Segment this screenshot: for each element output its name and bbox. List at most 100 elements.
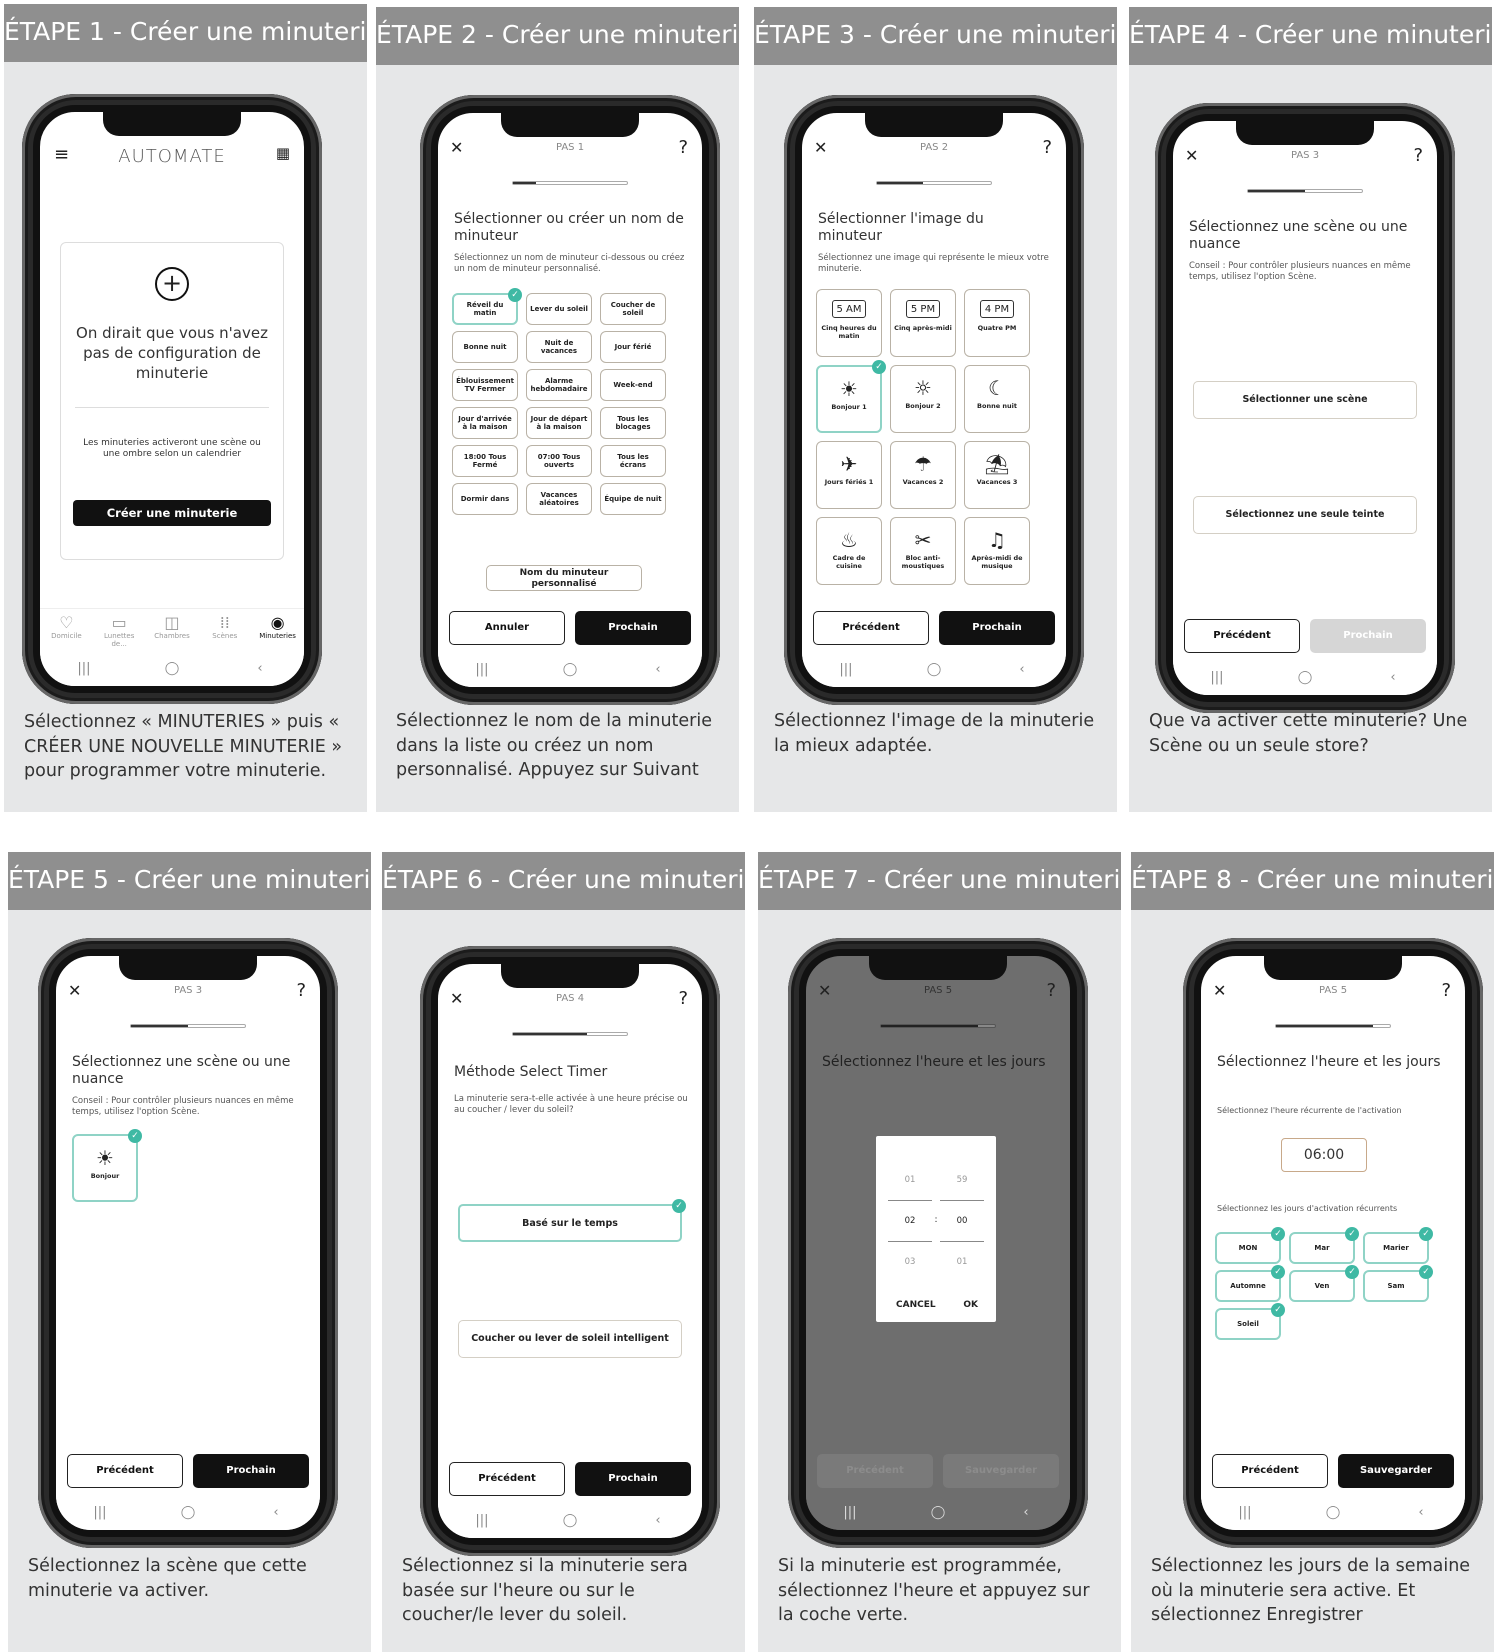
previous-button[interactable]: Précédent <box>67 1454 183 1488</box>
tab-domicile[interactable]: ♡ Domicile <box>42 613 90 648</box>
day-chip[interactable]: ✓ MON <box>1215 1227 1285 1264</box>
day-chip[interactable]: ✓ Mar <box>1289 1227 1359 1264</box>
previous-button[interactable]: Précédent <box>813 611 929 645</box>
day-chip[interactable]: ✓ Automne <box>1215 1265 1285 1302</box>
recents-icon[interactable]: ||| <box>1202 670 1232 685</box>
image-tile[interactable]: ⛱ Vacances 3 <box>964 441 1030 509</box>
recents-icon[interactable]: ||| <box>467 1513 497 1528</box>
hour-column[interactable]: 01 02 03 <box>888 1160 932 1282</box>
image-tile[interactable]: ♫ Après-midi de musique <box>964 517 1030 585</box>
create-timer-button[interactable]: Créer une minuterie <box>73 500 271 526</box>
day-chip[interactable]: ✓ Ven <box>1289 1265 1359 1302</box>
close-icon[interactable]: ✕ <box>450 984 463 1014</box>
back-icon[interactable]: ‹ <box>643 1513 673 1528</box>
back-icon[interactable]: ‹ <box>643 662 673 677</box>
image-tile[interactable]: 5 PM Cinq après-midi <box>890 289 956 357</box>
name-chip[interactable]: Équipe de nuit <box>600 483 666 515</box>
dialog-cancel-button[interactable]: CANCEL <box>896 1300 936 1310</box>
image-tile[interactable]: ✈ Jours fériés 1 <box>816 441 882 509</box>
name-chip[interactable]: 18:00 Tous Fermé <box>452 445 518 477</box>
time-field[interactable]: 06:00 <box>1281 1138 1367 1172</box>
back-icon[interactable]: ‹ <box>1007 662 1037 677</box>
name-chip[interactable]: 07:00 Tous ouverts <box>526 445 592 477</box>
select-scene-option[interactable]: Sélectionner une scène <box>1193 381 1417 419</box>
day-chip[interactable]: ✓ Soleil <box>1215 1303 1285 1340</box>
previous-button[interactable]: Précédent <box>1212 1454 1328 1488</box>
scene-tile[interactable]: ✓ ☀ Bonjour <box>72 1129 142 1202</box>
dialog-ok-button[interactable]: OK <box>963 1300 978 1310</box>
day-chip[interactable]: ✓ Sam <box>1363 1265 1433 1302</box>
home-icon[interactable]: ◯ <box>1290 670 1320 685</box>
home-icon[interactable]: ◯ <box>923 1505 953 1520</box>
tab-lunettes[interactable]: ▭ Lunettes de... <box>95 613 143 648</box>
image-tile[interactable]: ☂ Vacances 2 <box>890 441 956 509</box>
name-chip[interactable]: ✓ Réveil du matin <box>452 288 522 325</box>
close-icon[interactable]: ✕ <box>1213 976 1226 1006</box>
previous-button[interactable]: Précédent <box>449 1462 565 1496</box>
smart-sunrise-sunset-option[interactable]: Coucher ou lever de soleil intelligent <box>458 1320 682 1358</box>
next-button[interactable]: Prochain <box>193 1454 309 1488</box>
name-chip[interactable]: Tous les blocages <box>600 407 666 439</box>
name-chip[interactable]: Vacances aléatoires <box>526 483 592 515</box>
image-tile[interactable]: ✓ ☀ Bonjour 1 <box>816 360 886 433</box>
recents-icon[interactable]: ||| <box>1230 1505 1260 1520</box>
back-icon[interactable]: ‹ <box>261 1505 291 1520</box>
back-icon[interactable]: ‹ <box>1378 670 1408 685</box>
select-single-shade-option[interactable]: Sélectionnez une seule teinte <box>1193 496 1417 534</box>
name-chip[interactable]: Alarme hebdomadaire <box>526 369 592 401</box>
help-icon[interactable]: ? <box>678 984 688 1014</box>
image-tile[interactable]: ☾ Bonne nuit <box>964 365 1030 433</box>
save-button[interactable]: Sauvegarder <box>943 1454 1059 1488</box>
recents-icon[interactable]: ||| <box>835 1505 865 1520</box>
name-chip[interactable]: Week-end <box>600 369 666 401</box>
day-chip[interactable]: ✓ Marier <box>1363 1227 1433 1264</box>
cancel-button[interactable]: Annuler <box>449 611 565 645</box>
back-icon[interactable]: ‹ <box>1406 1505 1436 1520</box>
previous-button[interactable]: Précédent <box>817 1454 933 1488</box>
back-icon[interactable]: ‹ <box>245 661 275 676</box>
name-chip[interactable]: Éblouissement TV Fermer <box>452 369 518 401</box>
home-icon[interactable]: ◯ <box>173 1505 203 1520</box>
close-icon[interactable]: ✕ <box>68 976 81 1006</box>
name-chip[interactable]: Jour de départ à la maison <box>526 407 592 439</box>
next-button[interactable]: Prochain <box>575 1462 691 1496</box>
help-icon[interactable]: ? <box>1413 141 1423 171</box>
next-button-disabled[interactable]: Prochain <box>1310 619 1426 653</box>
close-icon[interactable]: ✕ <box>1185 141 1198 171</box>
name-chip[interactable]: Coucher de soleil <box>600 293 666 325</box>
minute-column[interactable]: 59 00 01 <box>940 1160 984 1282</box>
help-icon[interactable]: ? <box>1441 976 1451 1006</box>
close-icon[interactable]: ✕ <box>814 133 827 163</box>
recents-icon[interactable]: ||| <box>69 661 99 676</box>
image-tile[interactable]: 4 PM Quatre PM <box>964 289 1030 357</box>
help-icon[interactable]: ? <box>678 133 688 163</box>
help-icon[interactable]: ? <box>1042 133 1052 163</box>
recents-icon[interactable]: ||| <box>467 662 497 677</box>
home-icon[interactable]: ◯ <box>555 662 585 677</box>
name-chip[interactable]: Tous les écrans <box>600 445 666 477</box>
back-icon[interactable]: ‹ <box>1011 1505 1041 1520</box>
help-icon[interactable]: ? <box>296 976 306 1006</box>
name-chip[interactable]: Nuit de vacances <box>526 331 592 363</box>
home-icon[interactable]: ◯ <box>1318 1505 1348 1520</box>
home-icon[interactable]: ◯ <box>555 1513 585 1528</box>
next-button[interactable]: Prochain <box>939 611 1055 645</box>
next-button[interactable]: Prochain <box>575 611 691 645</box>
image-tile[interactable]: ☼ Bonjour 2 <box>890 365 956 433</box>
name-chip[interactable]: Bonne nuit <box>452 331 518 363</box>
recents-icon[interactable]: ||| <box>831 662 861 677</box>
help-icon[interactable]: ? <box>1046 976 1056 1006</box>
home-icon[interactable]: ◯ <box>919 662 949 677</box>
name-chip[interactable]: Jour d'arrivée à la maison <box>452 407 518 439</box>
add-circle-icon[interactable]: + <box>155 267 189 301</box>
previous-button[interactable]: Précédent <box>1184 619 1300 653</box>
name-chip[interactable]: Lever du soleil <box>526 293 592 325</box>
image-tile[interactable]: ♨ Cadre de cuisine <box>816 517 882 585</box>
image-tile[interactable]: ✂ Bloc anti-moustiques <box>890 517 956 585</box>
image-tile[interactable]: 5 AM Cinq heures du matin <box>816 289 882 357</box>
time-based-option[interactable]: ✓ Basé sur le temps <box>458 1199 686 1242</box>
close-icon[interactable]: ✕ <box>450 133 463 163</box>
tab-minuteries[interactable]: ◉ Minuteries <box>254 613 302 648</box>
recents-icon[interactable]: ||| <box>85 1505 115 1520</box>
tab-scenes[interactable]: ⁞⁞ Scènes <box>201 613 249 648</box>
